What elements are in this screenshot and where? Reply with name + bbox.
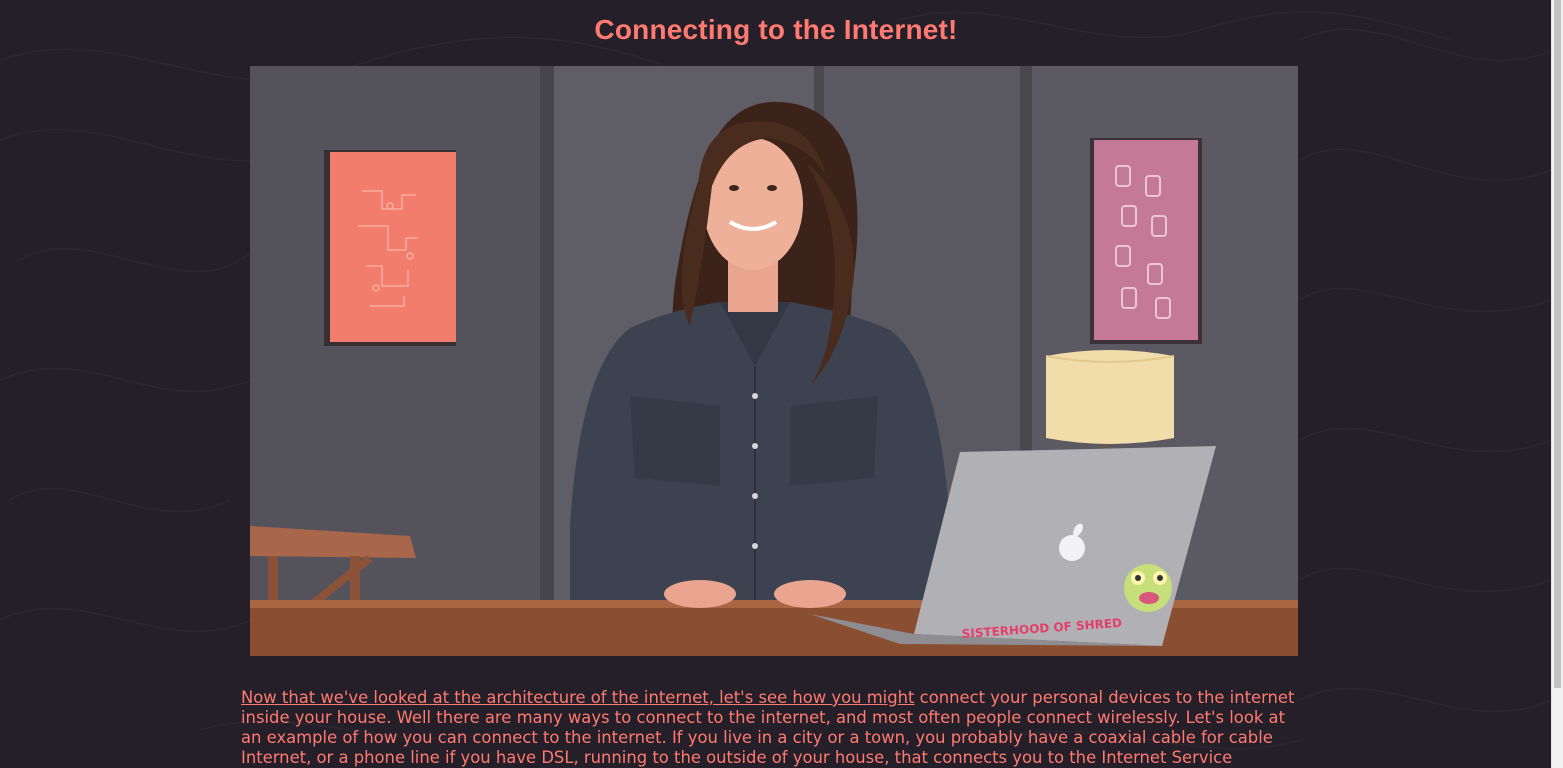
- page: Connecting to the Internet! SISTERHOOD O…: [0, 0, 1552, 768]
- scrollbar-thumb[interactable]: [1554, 0, 1561, 688]
- transcript-text: Now that we've looked at the architectur…: [241, 688, 1307, 768]
- page-scrollbar[interactable]: [1551, 0, 1563, 768]
- page-title: Connecting to the Internet!: [594, 14, 958, 45]
- frog-sticker-icon: [1124, 564, 1172, 612]
- video-frame: SISTERHOOD OF SHRED: [250, 66, 1298, 656]
- lesson-video[interactable]: SISTERHOOD OF SHRED: [250, 66, 1298, 656]
- transcript-highlighted-link[interactable]: Now that we've looked at the architectur…: [241, 688, 914, 707]
